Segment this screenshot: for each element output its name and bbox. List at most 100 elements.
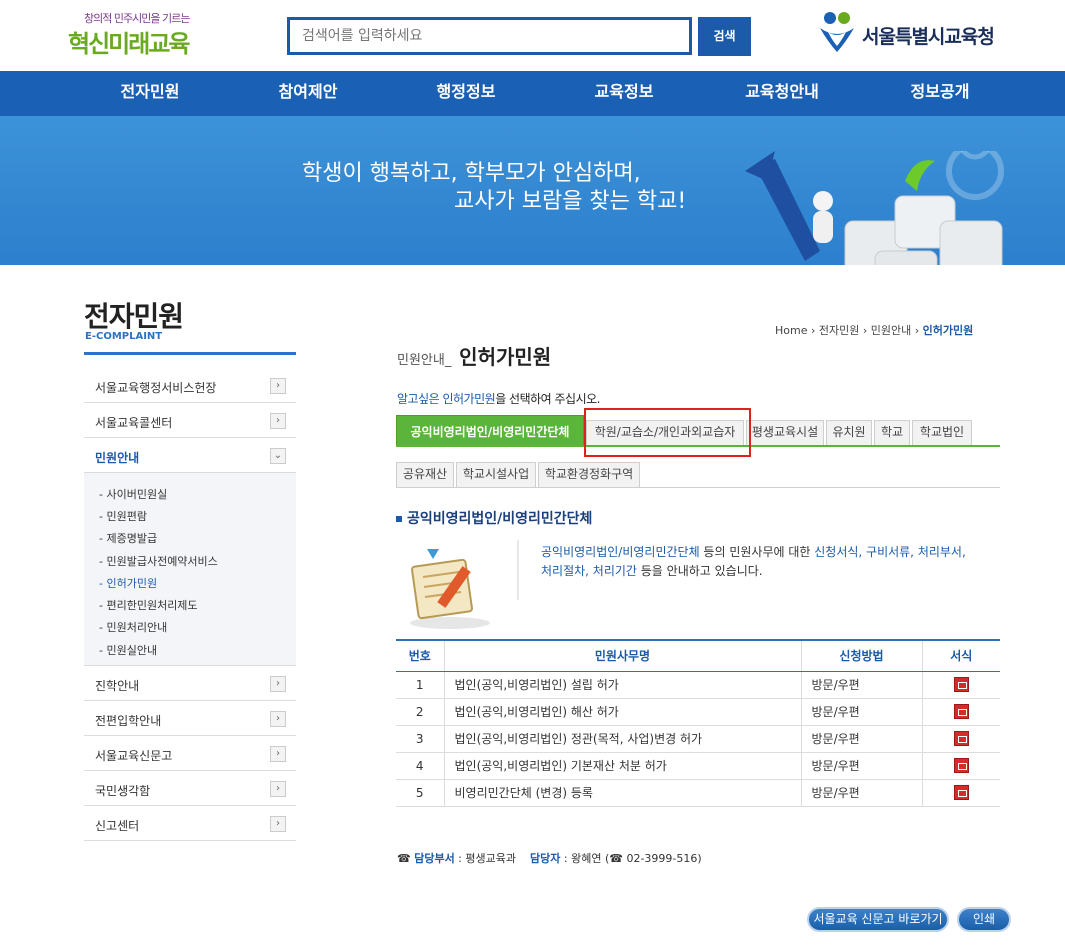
cell-method: 방문/우편 <box>800 752 922 780</box>
cell-name[interactable]: 법인(공익,비영리법인) 기본재산 처분 허가 <box>443 752 801 780</box>
phone-value: 02-3999-516 <box>626 852 698 865</box>
sidebar-subitem-cyber-office[interactable]: - 사이버민원실 <box>99 486 167 502</box>
breadcrumb-current: 인허가민원 <box>922 324 974 337</box>
form-download-icon[interactable] <box>953 704 969 719</box>
page-title: 민원안내_ 인허가민원 <box>397 345 552 369</box>
sidebar-subitem-handbook[interactable]: - 민원편람 <box>99 508 147 524</box>
cell-name[interactable]: 법인(공익,비영리법인) 해산 허가 <box>443 698 801 726</box>
cell-number: 5 <box>396 779 444 807</box>
tab-lifelong-education[interactable]: 평생교육시설 <box>746 420 824 445</box>
cell-method: 방문/우편 <box>800 698 922 726</box>
tabs-row-2-baseline <box>396 487 1000 488</box>
cell-name[interactable]: 비영리민간단체 (변경) 등록 <box>443 779 801 807</box>
table-row: 3 법인(공익,비영리법인) 정관(목적, 사업)변경 허가 방문/우편 <box>396 725 1000 753</box>
sidebar-item-complaint-guide[interactable]: 민원안내 ⌄ <box>84 438 296 473</box>
sinmungo-link-button[interactable]: 서울교육 신문고 바로가기 <box>807 907 949 932</box>
sidebar-item-public-opinion[interactable]: 국민생각함 › <box>84 771 296 806</box>
tab-nonprofit[interactable]: 공익비영리법인/비영리민간단체 <box>396 415 584 445</box>
print-button[interactable]: 인쇄 <box>957 907 1011 932</box>
nav-item-info-disclosure[interactable]: 정보공개 <box>870 71 1010 116</box>
chevron-down-icon: ⌄ <box>270 448 286 464</box>
tab-school-facilities[interactable]: 학교시설사업 <box>456 462 536 487</box>
sidebar-item-label: 전편입학안내 <box>95 714 162 728</box>
dept-label: 담당부서 <box>414 852 455 865</box>
sidebar-item-label: 서울교육신문고 <box>95 749 173 763</box>
cell-name[interactable]: 법인(공익,비영리법인) 정관(목적, 사업)변경 허가 <box>443 725 801 753</box>
nav-item-participation[interactable]: 참여제안 <box>238 71 378 116</box>
form-download-icon[interactable] <box>953 731 969 746</box>
cell-form <box>921 698 1000 726</box>
cell-name[interactable]: 법인(공익,비영리법인) 설립 허가 <box>443 671 801 699</box>
cell-number: 1 <box>396 671 444 699</box>
chevron-right-icon: › <box>270 711 286 727</box>
brand-logo[interactable]: 서울특별시교육청 <box>816 10 1016 54</box>
guide-highlight: 알고싶은 인허가민원 <box>397 392 496 406</box>
guide-text: 알고싶은 인허가민원을 선택하여 주십시오. <box>397 390 600 407</box>
col-header-name: 민원사무명 <box>443 639 801 672</box>
sidebar-item-transfer[interactable]: 전편입학안내 › <box>84 701 296 736</box>
search-input[interactable] <box>290 20 689 52</box>
sidebar-subitem-certificates[interactable]: - 제증명발급 <box>99 530 157 546</box>
page-title-prefix: 민원안내 <box>397 353 445 368</box>
sidebar-item-call-center[interactable]: 서울교육콜센터 › <box>84 403 296 438</box>
table-row: 5 비영리민간단체 (변경) 등록 방문/우편 <box>396 779 1000 807</box>
cell-number: 3 <box>396 725 444 753</box>
sidebar-item-label: 진학안내 <box>95 679 140 693</box>
cell-method: 방문/우편 <box>800 779 922 807</box>
phone-person-icon: ☎ <box>397 852 411 865</box>
person-value: 왕혜연 <box>571 852 602 865</box>
table-header-row: 번호 민원사무명 신청방법 서식 <box>396 639 1000 672</box>
tab-public-property[interactable]: 공유재산 <box>396 462 454 487</box>
seoul-education-emblem-icon <box>820 12 854 52</box>
tab-school-environment[interactable]: 학교환경정화구역 <box>538 462 640 487</box>
tab-school[interactable]: 학교 <box>874 420 910 445</box>
sidebar-subtitle: E-COMPLAINT <box>85 331 163 342</box>
sidebar-title-underline <box>84 352 296 355</box>
sidebar-subitem-processing[interactable]: - 민원처리안내 <box>99 619 167 635</box>
nav-item-admin-info[interactable]: 행정정보 <box>396 71 536 116</box>
form-download-icon[interactable] <box>953 758 969 773</box>
chevron-right-icon: › <box>270 676 286 692</box>
dept-value: 평생교육과 <box>465 852 516 865</box>
search-button[interactable]: 검색 <box>698 17 751 56</box>
contact-info: ☎ 담당부서 : 평생교육과 담당자 : 왕혜연 (☎ 02-3999-516) <box>397 852 702 865</box>
page-title-main: 인허가민원 <box>459 345 552 369</box>
selection-highlight-box <box>584 408 751 457</box>
sidebar-item-admissions[interactable]: 진학안내 › <box>84 666 296 701</box>
hero-banner: 학생이 행복하고, 학부모가 안심하며, 교사가 보람을 찾는 학교! <box>0 116 1065 265</box>
form-download-icon[interactable] <box>953 785 969 800</box>
col-header-method: 신청방법 <box>800 639 922 672</box>
sidebar-item-sinmungo[interactable]: 서울교육신문고 › <box>84 736 296 771</box>
breadcrumb-e-complaint[interactable]: 전자민원 <box>819 324 859 337</box>
tab-kindergarten[interactable]: 유치원 <box>826 420 872 445</box>
sidebar-subitem-reservation[interactable]: - 민원발급사전예약서비스 <box>99 553 218 569</box>
sidebar-item-label: 신고센터 <box>95 819 140 833</box>
sidebar-subitem-office-info[interactable]: - 민원실안내 <box>99 642 157 658</box>
section-title: 공익비영리법인/비영리민간단체 <box>396 508 592 528</box>
sidebar-subitem-permits[interactable]: - 인허가민원 <box>99 575 157 591</box>
chevron-right-icon: › <box>270 413 286 429</box>
breadcrumb: Home › 전자민원 › 민원안내 › 인허가민원 <box>775 324 974 337</box>
tab-school-corp[interactable]: 학교법인 <box>912 420 972 445</box>
table-row: 1 법인(공익,비영리법인) 설립 허가 방문/우편 <box>396 671 1000 699</box>
site-logo[interactable]: 창의적 민주시민을 기르는 혁신미래교육 <box>68 8 218 58</box>
person-label: 담당자 <box>530 852 561 865</box>
tabs-row-2: 공유재산 학교시설사업 학교환경정화구역 <box>396 462 1000 487</box>
chevron-right-icon: › <box>270 746 286 762</box>
guide-rest: 을 선택하여 주십시오. <box>495 392 600 406</box>
nav-item-e-complaint[interactable]: 전자민원 <box>80 71 220 116</box>
section-intro: 공익비영리법인/비영리민간단체 등의 민원사무에 대한 신청서식, 구비서류, … <box>541 545 966 578</box>
sidebar-subitem-convenient[interactable]: - 편리한민원처리제도 <box>99 597 198 613</box>
sidebar-item-label: 서울교육행정서비스헌장 <box>95 381 217 395</box>
nav-item-education-info[interactable]: 교육정보 <box>554 71 694 116</box>
sidebar-item-service-charter[interactable]: 서울교육행정서비스헌장 › <box>84 368 296 403</box>
notepad-icon <box>410 549 490 629</box>
cell-form <box>921 725 1000 753</box>
search-box <box>287 17 692 55</box>
sidebar-item-report-center[interactable]: 신고센터 › <box>84 806 296 841</box>
breadcrumb-home[interactable]: Home <box>775 324 807 337</box>
nav-item-office-guide[interactable]: 교육청안내 <box>712 71 852 116</box>
form-download-icon[interactable] <box>953 677 969 692</box>
square-bullet-icon <box>396 516 402 522</box>
breadcrumb-complaint-guide[interactable]: 민원안내 <box>871 324 911 337</box>
